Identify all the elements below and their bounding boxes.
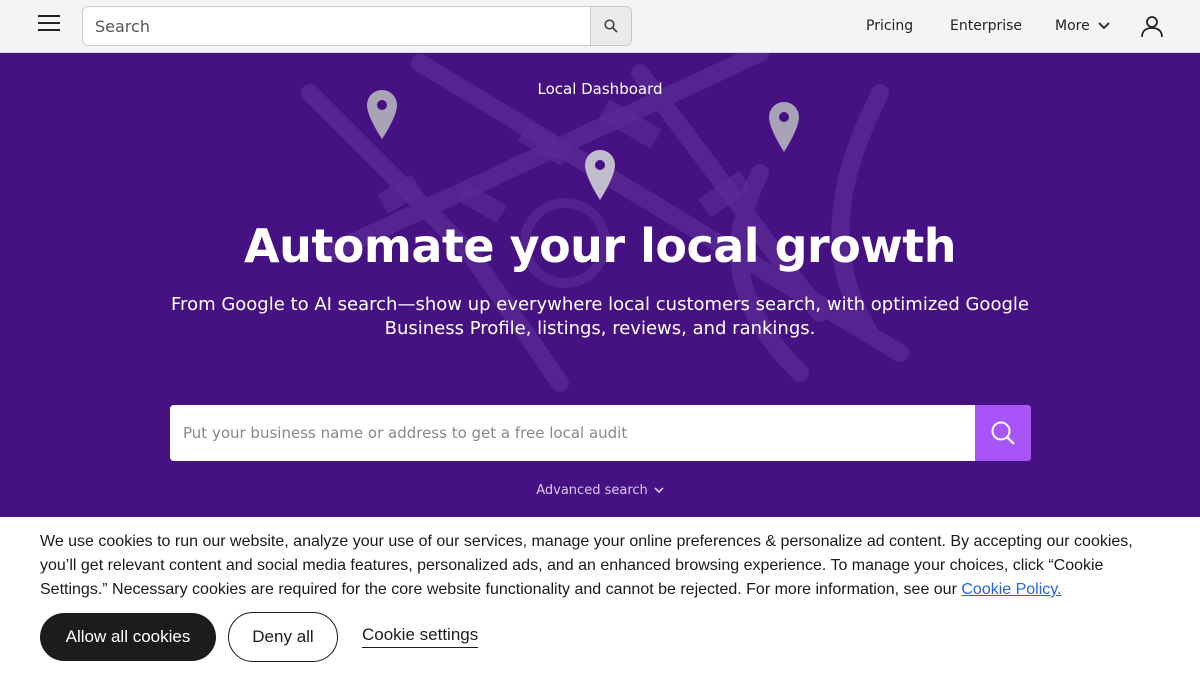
chevron-down-icon: [654, 487, 664, 494]
site-search: [82, 6, 632, 46]
cookie-consent-banner: We use cookies to run our website, analy…: [0, 517, 1200, 675]
site-search-input[interactable]: [83, 7, 591, 45]
advanced-search-label: Advanced search: [536, 483, 648, 498]
audit-search-input[interactable]: [170, 405, 975, 461]
deny-all-cookies-button[interactable]: Deny all: [228, 612, 338, 662]
search-icon: [991, 421, 1015, 445]
hero-title: Automate your local growth: [243, 219, 957, 273]
user-account-icon[interactable]: [1140, 14, 1164, 38]
hero-kicker: Local Dashboard: [537, 80, 663, 98]
hamburger-menu-icon[interactable]: [38, 14, 66, 38]
nav-pricing-link[interactable]: Pricing: [866, 18, 913, 34]
audit-search: [170, 405, 1031, 461]
cookie-settings-button[interactable]: Cookie settings: [362, 625, 479, 648]
site-search-button[interactable]: [590, 7, 631, 45]
cookie-consent-text: We use cookies to run our website, analy…: [40, 530, 1160, 602]
hero-subtitle: From Google to AI search—show up everywh…: [171, 294, 1029, 339]
cookie-policy-link[interactable]: Cookie Policy.: [961, 581, 1061, 598]
nav-more-dropdown[interactable]: More: [1055, 18, 1110, 34]
chevron-down-icon: [1098, 22, 1110, 30]
top-navigation-bar: Pricing Enterprise More: [0, 0, 1200, 53]
hero-section: Local Dashboard Automate your local grow…: [0, 53, 1200, 517]
map-pin-icon: [585, 150, 615, 200]
nav-more-label: More: [1055, 18, 1090, 34]
advanced-search-toggle[interactable]: Advanced search: [0, 483, 1200, 498]
audit-search-button[interactable]: [975, 405, 1031, 461]
nav-enterprise-link[interactable]: Enterprise: [950, 18, 1022, 34]
map-pin-icon: [769, 102, 799, 152]
search-icon: [604, 19, 618, 33]
allow-all-cookies-button[interactable]: Allow all cookies: [40, 613, 216, 661]
